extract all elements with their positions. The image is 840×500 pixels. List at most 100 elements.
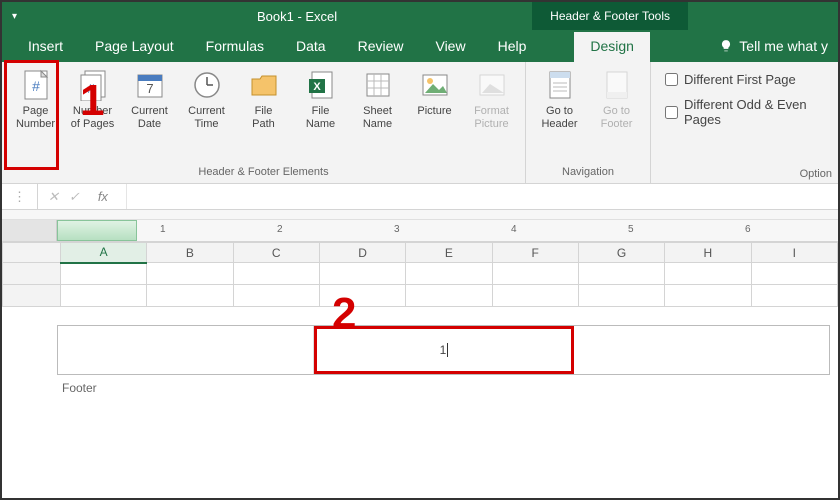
sheet-icon	[361, 68, 395, 102]
page-number-button[interactable]: # Page Number	[8, 66, 63, 133]
column-header[interactable]: F	[492, 243, 578, 263]
formula-input[interactable]	[127, 184, 838, 209]
different-first-page-checkbox[interactable]: Different First Page	[665, 72, 828, 87]
ribbon: # Page Number # Number of Pages 7 Curren…	[2, 62, 838, 184]
file-path-label: File Path	[252, 105, 275, 131]
sheet-name-button[interactable]: Sheet Name	[350, 66, 405, 133]
footer-sections: 1	[57, 325, 830, 375]
go-to-header-icon	[543, 68, 577, 102]
contextual-tab-label: Header & Footer Tools	[532, 2, 688, 30]
group-label-options: Option	[800, 168, 832, 180]
svg-text:#: #	[87, 81, 95, 96]
footer-center-text: 1	[440, 343, 447, 357]
current-date-button[interactable]: 7 Current Date	[122, 66, 177, 133]
number-of-pages-label: Number of Pages	[71, 105, 114, 131]
column-header[interactable]: G	[578, 243, 664, 263]
ribbon-tabs: Insert Page Layout Formulas Data Review …	[2, 30, 838, 62]
tab-page-layout[interactable]: Page Layout	[79, 32, 190, 62]
quick-access-toolbar: ▾	[2, 11, 62, 22]
picture-button[interactable]: Picture	[407, 66, 462, 133]
folder-icon	[247, 68, 281, 102]
tab-design[interactable]: Design	[574, 32, 650, 62]
tab-help[interactable]: Help	[482, 32, 543, 62]
ruler-tick: 3	[394, 224, 400, 235]
picture-label: Picture	[417, 105, 451, 118]
fx-icon[interactable]: fx	[90, 189, 116, 204]
column-header-row: A B C D E F G H I	[3, 243, 838, 263]
current-date-label: Current Date	[131, 105, 168, 131]
tab-review[interactable]: Review	[342, 32, 420, 62]
checkbox-odd-even[interactable]	[665, 106, 678, 119]
title-bar: ▾ Book1 - Excel Header & Footer Tools	[2, 2, 838, 30]
number-of-pages-icon: #	[76, 68, 110, 102]
window-title: Book1 - Excel	[62, 9, 532, 24]
svg-text:7: 7	[146, 81, 153, 96]
current-time-label: Current Time	[188, 105, 225, 131]
column-header[interactable]: C	[233, 243, 319, 263]
lightbulb-icon	[719, 39, 733, 53]
file-name-button[interactable]: X File Name	[293, 66, 348, 133]
column-header[interactable]: H	[665, 243, 751, 263]
group-label-elements: Header & Footer Elements	[8, 166, 519, 181]
footer-left-section[interactable]	[58, 326, 314, 374]
sheet-name-label: Sheet Name	[363, 105, 392, 131]
picture-icon	[418, 68, 452, 102]
page-number-label: Page Number	[16, 105, 55, 131]
worksheet-area: A B C D E F G H I 2 1 Footer	[2, 242, 838, 395]
format-picture-icon	[475, 68, 509, 102]
go-to-footer-label: Go to Footer	[601, 105, 633, 131]
excel-file-icon: X	[304, 68, 338, 102]
footer-center-section[interactable]: 1	[314, 326, 575, 374]
tab-view[interactable]: View	[419, 32, 481, 62]
svg-text:#: #	[32, 78, 40, 94]
formula-bar: ⋮ ✕ ✓ fx	[2, 184, 838, 210]
footer-label: Footer	[62, 381, 838, 395]
format-picture-button: Format Picture	[464, 66, 519, 133]
column-header[interactable]: B	[147, 243, 233, 263]
name-box[interactable]: ⋮	[2, 184, 38, 209]
qat-dropdown-icon[interactable]: ▾	[12, 11, 17, 22]
different-odd-even-label: Different Odd & Even Pages	[684, 97, 828, 127]
select-all-corner[interactable]	[3, 243, 61, 263]
clock-icon	[190, 68, 224, 102]
checkbox-first-page[interactable]	[665, 73, 678, 86]
file-name-label: File Name	[306, 105, 335, 131]
page-number-icon: #	[19, 68, 53, 102]
worksheet-grid[interactable]: A B C D E F G H I	[2, 242, 838, 307]
tab-insert[interactable]: Insert	[12, 32, 79, 62]
ruler-tick: 2	[277, 224, 283, 235]
column-header[interactable]: A	[60, 243, 146, 263]
ruler-tick: 4	[511, 224, 517, 235]
group-options: Different First Page Different Odd & Eve…	[651, 62, 838, 183]
column-header[interactable]: D	[319, 243, 405, 263]
go-to-footer-button: Go to Footer	[589, 66, 644, 133]
go-to-header-button[interactable]: Go to Header	[532, 66, 587, 133]
cancel-icon: ✕	[48, 189, 59, 205]
tab-data[interactable]: Data	[280, 32, 342, 62]
number-of-pages-button[interactable]: # Number of Pages	[65, 66, 120, 133]
tab-formulas[interactable]: Formulas	[190, 32, 280, 62]
column-header[interactable]: E	[406, 243, 492, 263]
horizontal-ruler: 1 2 3 4 5 6	[2, 220, 838, 242]
tell-me-label: Tell me what y	[739, 38, 828, 54]
tell-me[interactable]: Tell me what y	[713, 32, 838, 62]
go-to-footer-icon	[600, 68, 634, 102]
different-odd-even-checkbox[interactable]: Different Odd & Even Pages	[665, 97, 828, 127]
ruler-tick: 5	[628, 224, 634, 235]
different-first-page-label: Different First Page	[684, 72, 796, 87]
ruler-tick: 6	[745, 224, 751, 235]
column-header[interactable]: I	[751, 243, 837, 263]
text-cursor	[447, 343, 448, 357]
ruler-tick: 1	[160, 224, 166, 235]
footer-right-section[interactable]	[574, 326, 829, 374]
go-to-header-label: Go to Header	[541, 105, 577, 131]
formula-bar-buttons: ✕ ✓ fx	[38, 184, 127, 209]
group-label-navigation: Navigation	[532, 166, 644, 181]
footer-zone: 2 1 Footer	[2, 325, 838, 395]
enter-icon: ✓	[69, 189, 80, 205]
format-picture-label: Format Picture	[474, 105, 509, 131]
svg-text:X: X	[313, 81, 321, 93]
current-time-button[interactable]: Current Time	[179, 66, 234, 133]
calendar-icon: 7	[133, 68, 167, 102]
file-path-button[interactable]: File Path	[236, 66, 291, 133]
